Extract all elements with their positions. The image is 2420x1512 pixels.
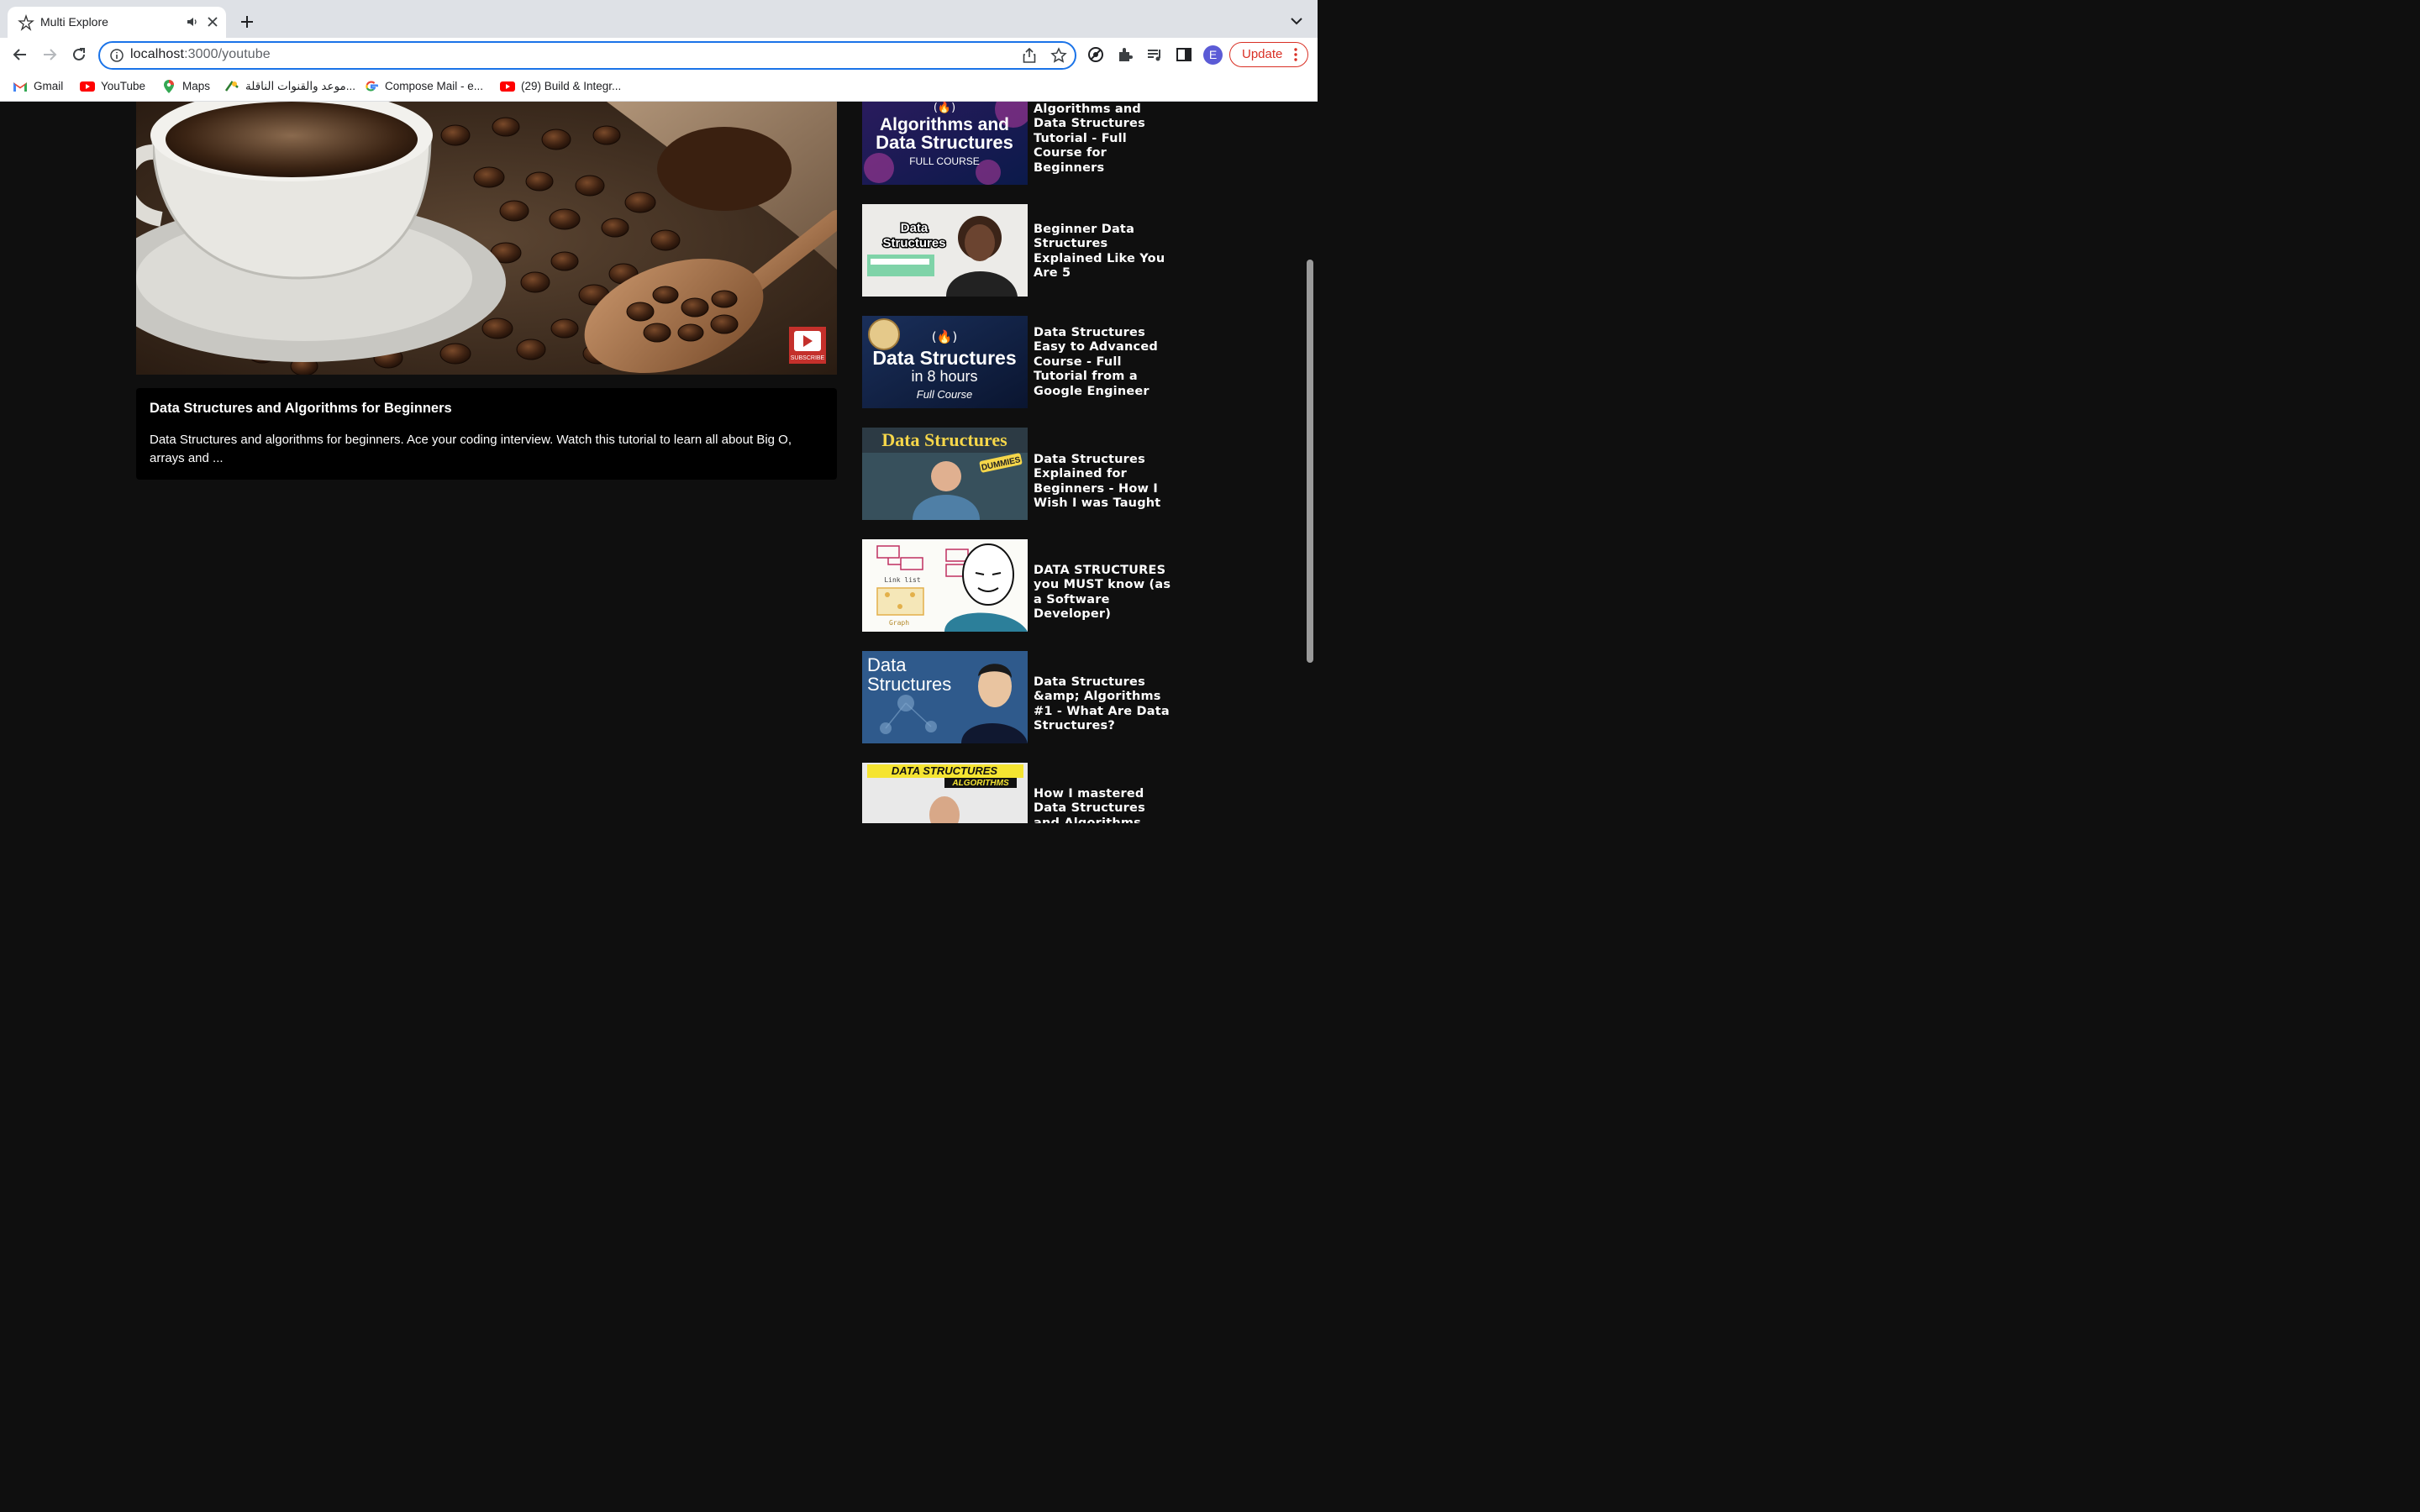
address-bar[interactable]: localhost:3000/youtube — [98, 41, 1076, 70]
sidebar-video-2[interactable]: Data Structures Beginner Data Structures… — [862, 204, 1173, 297]
browser-chrome: Multi Explore localhost:3000/youtube E U… — [0, 0, 1318, 102]
video-thumbnail[interactable]: DUMMIES Data Structures — [862, 428, 1028, 520]
svg-text:(🔥): (🔥) — [934, 102, 955, 114]
sidebar-video-3[interactable]: (🔥) Data Structures in 8 hours Full Cour… — [862, 316, 1173, 408]
sidebar-video-1[interactable]: (🔥) Algorithms and Data Structures FULL … — [862, 102, 1173, 185]
thumbnail-text: DATA STRUCTURES — [892, 764, 997, 777]
extensions-icon[interactable] — [1116, 45, 1134, 64]
sidebar-video-5[interactable]: Link list Graph DATA STRUCTURES you MUST… — [862, 539, 1173, 632]
thumbnail-text: Structures — [882, 236, 945, 250]
side-panel-icon[interactable] — [1175, 45, 1193, 64]
svg-text:(🔥): (🔥) — [932, 329, 957, 344]
update-label: Update — [1242, 47, 1283, 61]
video-thumbnail[interactable]: Data Structures — [862, 204, 1028, 297]
bookmark-label: (29) Build & Integr... — [521, 80, 622, 92]
thumbnail-text: Data — [901, 221, 929, 235]
bookmark-label: Gmail — [34, 80, 64, 92]
video-info-card: Data Structures and Algorithms for Begin… — [136, 388, 837, 480]
bookmark-label: Maps — [182, 80, 211, 92]
thumbnail-text: Data Structures — [872, 347, 1016, 369]
info-icon[interactable] — [109, 48, 124, 63]
reload-icon[interactable] — [70, 45, 88, 64]
thumbnail-text: Data Structures — [881, 429, 1007, 450]
thumbnail-text: in 8 hours — [911, 368, 977, 385]
thumbnail-text: FULL COURSE — [909, 155, 980, 167]
tab-strip: Multi Explore — [0, 0, 1318, 38]
sidebar-video-title[interactable]: Data Structures Explained for Beginners … — [1034, 453, 1173, 512]
bookmark-label: Compose Mail - e... — [385, 80, 484, 92]
thumbnail-text: Full Course — [917, 388, 972, 401]
scrollbar-thumb[interactable] — [1307, 260, 1313, 663]
video-thumbnail[interactable]: (🔥) Data Structures in 8 hours Full Cour… — [862, 316, 1028, 408]
video-thumbnail[interactable]: (🔥) Algorithms and Data Structures FULL … — [862, 102, 1028, 185]
sidebar-video-6[interactable]: Data Structures Data Structures &amp; Al… — [862, 651, 1173, 743]
sidebar-video-4[interactable]: DUMMIES Data Structures Data Structures … — [862, 428, 1173, 520]
thumbnail-text: ALGORITHMS — [951, 779, 1009, 788]
sidebar-video-title[interactable]: DATA STRUCTURES you MUST know (as a Soft… — [1034, 564, 1173, 622]
sidebar-video-title[interactable]: Algorithms and Data Structures Tutorial … — [1034, 102, 1173, 176]
tracking-blocked-icon[interactable] — [1086, 45, 1105, 64]
thumbnail-text: Graph — [889, 619, 909, 627]
sidebar-video-title[interactable]: How I mastered Data Structures and Algor… — [1034, 787, 1173, 823]
sidebar-video-title[interactable]: Beginner Data Structures Explained Like … — [1034, 223, 1173, 281]
thumbnail-text: Data Structures — [876, 132, 1013, 153]
subscribe-label: SUBSCRIBE — [791, 355, 825, 361]
sidebar-video-title[interactable]: Data Structures &amp; Algorithms #1 - Wh… — [1034, 675, 1173, 734]
google-icon — [366, 81, 379, 92]
video-title: Data Structures and Algorithms for Begin… — [150, 401, 452, 416]
speaker-icon[interactable] — [186, 15, 199, 29]
forward-arrow-icon[interactable] — [40, 45, 59, 64]
page-content: SUBSCRIBE Data Structures and Algorithms… — [0, 102, 1318, 823]
toolbar: localhost:3000/youtube E Update — [0, 38, 1318, 71]
plus-icon[interactable] — [238, 13, 256, 31]
tab-title: Multi Explore — [40, 15, 108, 29]
active-tab[interactable]: Multi Explore — [8, 7, 226, 38]
share-icon[interactable] — [1022, 47, 1037, 64]
profile-avatar[interactable]: E — [1203, 45, 1223, 65]
video-description: Data Structures and algorithms for begin… — [150, 433, 792, 465]
video-frame-image — [136, 102, 837, 375]
update-button[interactable]: Update — [1229, 42, 1308, 67]
close-icon[interactable] — [206, 15, 219, 29]
gmail-icon — [13, 82, 27, 92]
youtube-icon — [80, 81, 95, 92]
bookmark-label: موعد والقنوات الناقلة... — [245, 80, 356, 92]
video-thumbnail[interactable]: Link list Graph — [862, 539, 1028, 632]
video-player[interactable]: SUBSCRIBE — [136, 102, 837, 375]
chevron-down-icon[interactable] — [1289, 13, 1304, 29]
app-logo-icon — [18, 14, 34, 31]
media-control-icon[interactable] — [1145, 45, 1164, 64]
sidebar-video-7[interactable]: DATA STRUCTURES ALGORITHMS How I mastere… — [862, 763, 1173, 823]
video-thumbnail[interactable]: DATA STRUCTURES ALGORITHMS — [862, 763, 1028, 823]
video-thumbnail[interactable]: Data Structures — [862, 651, 1028, 743]
bookmark-label: YouTube — [101, 80, 146, 92]
football-icon — [224, 81, 239, 92]
youtube-icon — [500, 81, 515, 92]
bookmarks-bar: Gmail YouTube Maps موعد والقنوات الناقلة… — [0, 72, 1318, 101]
subscribe-button[interactable]: SUBSCRIBE — [789, 327, 826, 364]
back-arrow-icon[interactable] — [11, 45, 29, 64]
thumbnail-text: Data — [867, 654, 907, 675]
thumbnail-text: Structures — [867, 674, 951, 695]
thumbnail-text: Link list — [884, 576, 921, 584]
more-vertical-icon — [1294, 48, 1297, 61]
maps-icon — [164, 80, 174, 93]
url-text: localhost:3000/youtube — [130, 47, 271, 61]
star-icon[interactable] — [1050, 47, 1067, 64]
sidebar-video-title[interactable]: Data Structures Easy to Advanced Course … — [1034, 326, 1173, 399]
